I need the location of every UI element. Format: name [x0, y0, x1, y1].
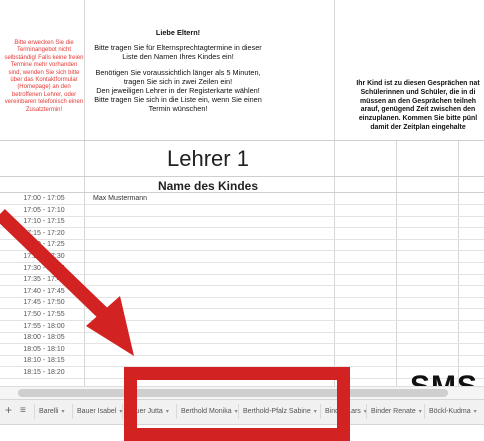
all-sheets-icon[interactable]: ≡	[20, 405, 26, 416]
add-sheet-icon[interactable]: +	[5, 403, 12, 417]
sheet-tab-label: Böckl-Kudma	[429, 408, 471, 415]
sheet-tab-label: Bauer Isabel	[77, 408, 117, 415]
sheet-tab-label: Binder Renate	[371, 408, 416, 415]
chevron-down-icon[interactable]: ▾	[61, 409, 64, 415]
sheet-tab[interactable]: Bauer Isabel ▾	[72, 404, 126, 419]
highlight-box	[124, 367, 350, 441]
sheet-tab[interactable]: Barelli ▾	[34, 404, 68, 419]
chevron-down-icon[interactable]: ▾	[419, 409, 422, 415]
sheet-tab[interactable]: Binder Renate ▾	[366, 404, 426, 419]
chevron-down-icon[interactable]: ▾	[474, 409, 477, 415]
sheet-tab[interactable]: Böckl-Kudma ▾	[424, 404, 481, 419]
sheet-tab-label: Barelli	[39, 408, 59, 415]
